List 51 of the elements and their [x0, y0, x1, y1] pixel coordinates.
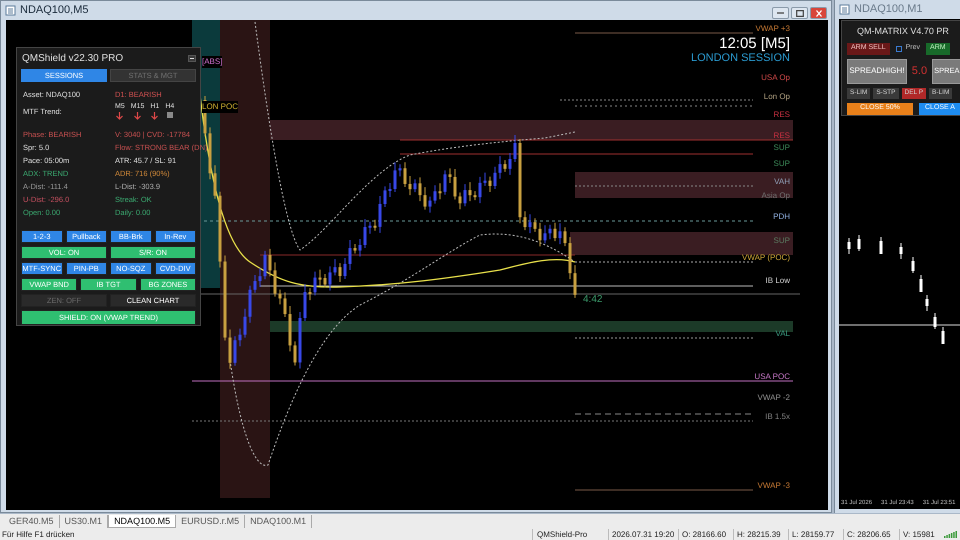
countdown-text: 4:42 — [583, 293, 602, 307]
zone-label: [ABS] — [202, 56, 222, 68]
status-time: 2026.07.31 19:20 — [608, 528, 678, 540]
spread-value: 5.0 — [910, 64, 928, 79]
panel-title: QMShield v22.30 PRO — [21, 52, 124, 66]
session-label: LONDON SESSION — [690, 52, 790, 66]
window-title: NDAQ100,M5 — [20, 3, 88, 18]
close-button[interactable] — [810, 7, 827, 19]
signal-bars-icon — [944, 530, 958, 538]
zone-label: LON POC — [202, 101, 238, 113]
status-low: L: 28159.77 — [788, 528, 843, 540]
down-arrow-icon — [116, 112, 124, 120]
minimize-button[interactable] — [772, 7, 789, 19]
panel-title: QM-MATRIX V4.70 PR — [856, 25, 949, 38]
close-icon — [816, 10, 822, 16]
level-label: Lon Op — [764, 92, 790, 102]
level-label: SUP — [774, 143, 790, 153]
level-label: VWAP -2 — [758, 393, 790, 403]
level-label: RES — [774, 110, 790, 120]
chart-tab[interactable]: NDAQ100.M5 — [108, 515, 176, 528]
level-label: PDH — [773, 212, 790, 222]
minimize-icon — [777, 12, 784, 14]
level-label: USA POC — [754, 372, 790, 382]
level-label: Asia Op — [762, 191, 790, 201]
level-label: IB Low — [766, 276, 790, 286]
level-label: RES — [774, 131, 790, 141]
minimize-button[interactable] — [188, 55, 196, 62]
level-label: VWAP +3 — [756, 24, 790, 34]
maximize-icon — [796, 10, 804, 16]
level-label: IB 1.5x — [765, 412, 790, 422]
level-label: VAL — [775, 329, 790, 339]
status-profile: QMShield-Pro — [532, 528, 608, 540]
level-label: VAH — [774, 177, 790, 187]
maximize-button[interactable] — [791, 7, 808, 19]
level-label: USA Op — [761, 73, 790, 83]
status-high: H: 28215.39 — [733, 528, 788, 540]
square-icon — [166, 112, 173, 118]
level-label: SUP — [774, 159, 790, 169]
status-text: Für Hilfe F1 drücken — [1, 528, 76, 540]
level-label: VWAP -3 — [758, 481, 790, 491]
window-icon — [5, 5, 16, 16]
level-label: VWAP (POC) — [742, 253, 790, 263]
clock-text: 12:05 [M5] — [719, 34, 790, 53]
window-title: NDAQ100,M1 — [854, 2, 922, 18]
down-arrow-icon — [134, 112, 142, 120]
down-arrow-icon — [151, 112, 158, 120]
level-label: SUP — [774, 236, 790, 246]
status-close: C: 28206.65 — [843, 528, 899, 540]
spread-button[interactable]: SPREADHIGH! — [847, 58, 907, 84]
status-open: O: 28166.60 — [678, 528, 733, 540]
window-icon — [839, 4, 850, 15]
